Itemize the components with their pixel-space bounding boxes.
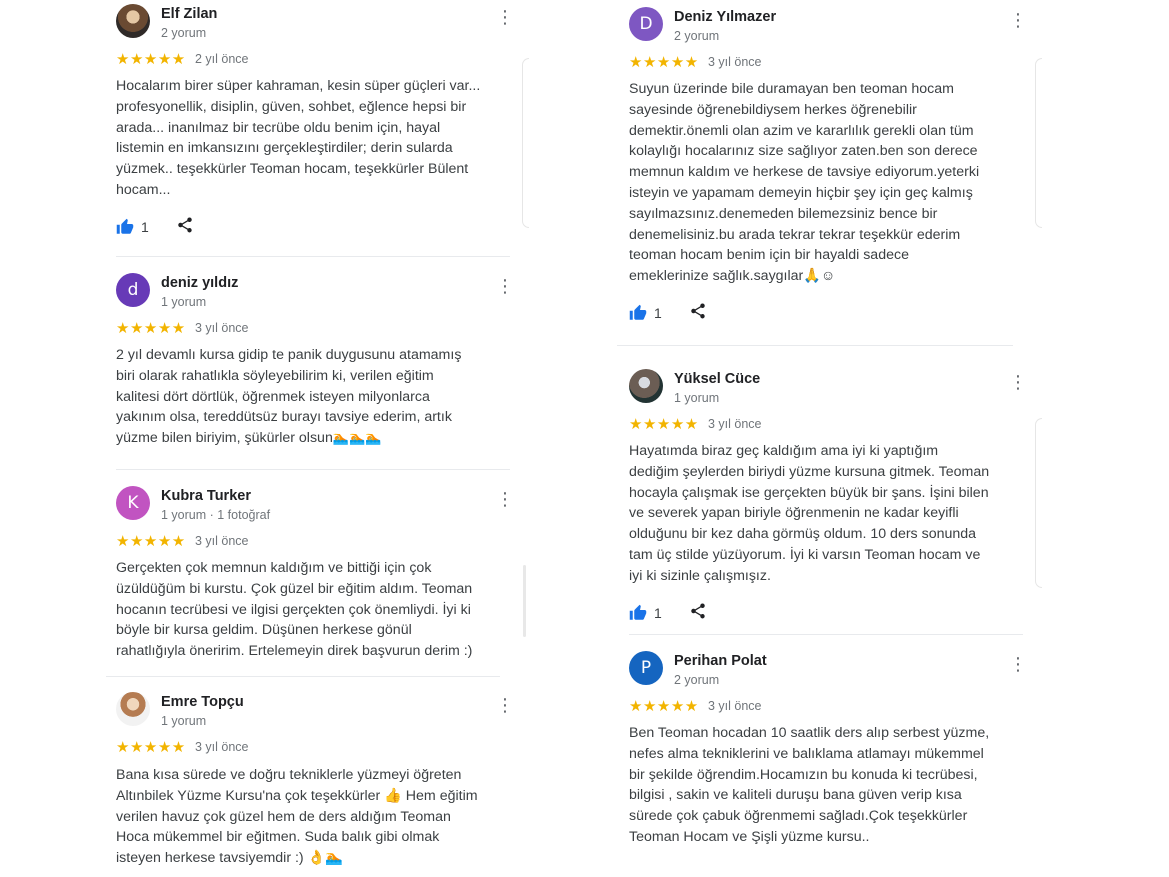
reviewer-meta: 1 yorum xyxy=(161,714,207,728)
star-rating: ★★★★★ xyxy=(116,532,186,550)
reviewer-meta: 1 yorum · 1 fotoğraf xyxy=(161,508,271,522)
reviewer-name[interactable]: Perihan Polat xyxy=(674,653,767,669)
review-text: Gerçekten çok memnun kaldığım ve bittiği… xyxy=(116,560,473,660)
review-date: 3 yıl önce xyxy=(708,55,762,69)
thumbs-up-icon xyxy=(629,304,647,320)
reviewer-avatar[interactable]: D xyxy=(629,7,663,41)
like-count: 1 xyxy=(654,605,662,621)
thumbs-up-icon xyxy=(629,604,647,620)
scrollbar[interactable] xyxy=(523,565,526,637)
thumbs-up-icon xyxy=(116,218,134,234)
more-options-icon[interactable]: ⋮ xyxy=(496,8,514,28)
reviewer-meta: 1 yorum xyxy=(674,391,720,405)
more-options-icon[interactable]: ⋮ xyxy=(1009,373,1027,393)
more-options-icon[interactable]: ⋮ xyxy=(496,696,514,716)
review-date: 3 yıl önce xyxy=(195,740,249,754)
share-icon[interactable] xyxy=(689,602,707,620)
reviewer-name[interactable]: Kubra Turker xyxy=(161,488,251,504)
reviewer-meta: 2 yorum xyxy=(674,29,720,43)
review-text: 2 yıl devamlı kursa gidip te panik duygu… xyxy=(116,345,516,450)
reviewer-name[interactable]: Emre Topçu xyxy=(161,694,244,710)
star-rating: ★★★★★ xyxy=(629,53,699,71)
star-rating: ★★★★★ xyxy=(116,319,186,337)
like-count: 1 xyxy=(654,305,662,321)
reviewer-name[interactable]: Elf Zilan xyxy=(161,6,217,22)
divider xyxy=(106,676,500,677)
reviewer-avatar[interactable]: K xyxy=(116,486,150,520)
reviewer-meta: 2 yorum xyxy=(674,673,720,687)
reviewer-meta: 1 yorum xyxy=(161,295,207,309)
review-text: Ben Teoman hocadan 10 saatlik ders alıp … xyxy=(629,725,990,845)
reviewer-avatar[interactable]: d xyxy=(116,273,150,307)
panel-edge xyxy=(1035,58,1042,228)
review-date: 3 yıl önce xyxy=(708,699,762,713)
reviewer-name[interactable]: deniz yıldız xyxy=(161,275,238,291)
star-rating: ★★★★★ xyxy=(116,738,186,756)
swimmer-emoji: 🏊🏊🏊 xyxy=(332,431,382,447)
divider xyxy=(629,634,1023,635)
review-text-body: 2 yıl devamlı kursa gidip te panik duygu… xyxy=(116,347,462,447)
review-date: 3 yıl önce xyxy=(195,321,249,335)
divider xyxy=(617,345,1013,346)
reviewer-avatar[interactable] xyxy=(116,692,150,726)
share-icon[interactable] xyxy=(176,216,194,234)
like-count: 1 xyxy=(141,219,149,235)
review-date: 3 yıl önce xyxy=(195,534,249,548)
star-rating: ★★★★★ xyxy=(629,415,699,433)
star-rating: ★★★★★ xyxy=(629,697,699,715)
more-options-icon[interactable]: ⋮ xyxy=(496,277,514,297)
like-button[interactable]: 1 xyxy=(116,216,149,238)
reviewer-avatar[interactable] xyxy=(629,369,663,403)
reviewer-avatar[interactable]: P xyxy=(629,651,663,685)
divider xyxy=(116,256,510,257)
more-options-icon[interactable]: ⋮ xyxy=(1009,11,1027,31)
star-rating: ★★★★★ xyxy=(116,50,186,68)
more-options-icon[interactable]: ⋮ xyxy=(496,490,514,510)
more-options-icon[interactable]: ⋮ xyxy=(1009,655,1027,675)
reviewer-name[interactable]: Deniz Yılmazer xyxy=(674,9,776,25)
review-text: Suyun üzerinde bile duramayan ben teoman… xyxy=(629,81,980,285)
like-button[interactable]: 1 xyxy=(629,602,662,624)
review-text: Bana kısa sürede ve doğru tekniklerle yü… xyxy=(116,767,478,867)
review-date: 3 yıl önce xyxy=(708,417,762,431)
review-text: Hayatımda biraz geç kaldığım ama iyi ki … xyxy=(629,443,990,584)
panel-edge xyxy=(1035,418,1042,588)
review-date: 2 yıl önce xyxy=(195,52,249,66)
reviewer-meta: 2 yorum xyxy=(161,26,207,40)
divider xyxy=(116,469,510,470)
review-text: Hocalarım birer süper kahraman, kesin sü… xyxy=(116,78,481,198)
reviewer-name[interactable]: Yüksel Cüce xyxy=(674,371,760,387)
reviewer-avatar[interactable] xyxy=(116,4,150,38)
share-icon[interactable] xyxy=(689,302,707,320)
panel-edge xyxy=(522,58,529,228)
like-button[interactable]: 1 xyxy=(629,302,662,324)
